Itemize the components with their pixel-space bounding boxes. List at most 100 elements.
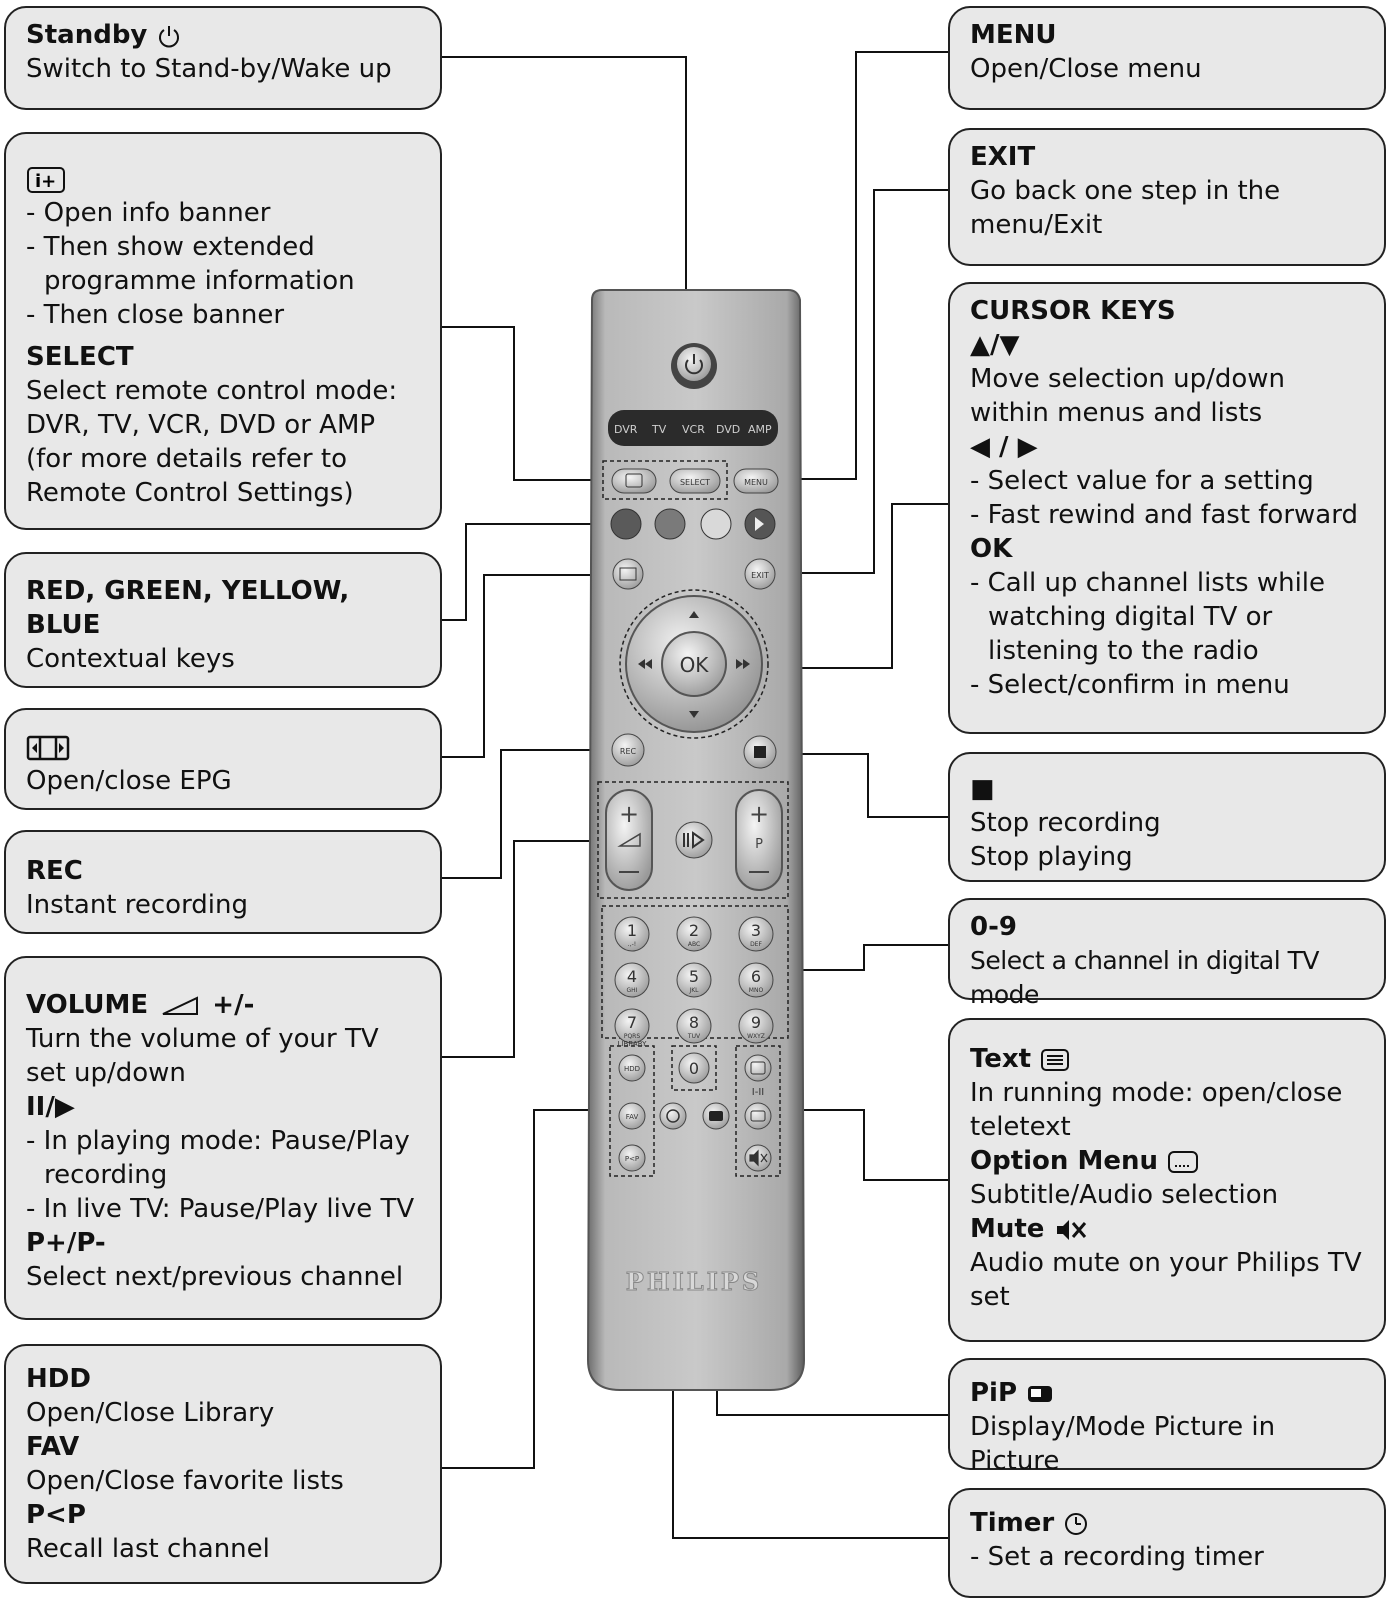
timer-text: - Set a recording timer <box>970 1542 1264 1572</box>
program-plus-label: + <box>749 800 769 828</box>
exit-title: EXIT <box>970 142 1036 172</box>
digit-8-label: 8 <box>689 1013 699 1032</box>
left-right-title: ◀ / ▶ <box>970 432 1038 462</box>
volume-text: Turn the volume of your TV set up/down <box>26 1024 379 1088</box>
digit-9-letters: WXYZ <box>747 1033 765 1040</box>
digit-2-label: 2 <box>689 921 699 940</box>
digit-0-label: 0 <box>689 1059 699 1078</box>
digit-1-label: 1 <box>627 921 637 940</box>
text-option-mute-box: Text In running mode: open/close teletex… <box>948 1018 1386 1342</box>
epg-button <box>612 558 644 590</box>
pp-title: P<P <box>26 1500 86 1530</box>
mode-label-dvr: DVR <box>614 423 638 436</box>
digit-5-letters: JKL <box>688 987 699 994</box>
digit-1-letters: .,-! <box>628 941 636 948</box>
info-button <box>611 468 657 494</box>
exit-button-label: EXIT <box>751 571 769 580</box>
digits-text: Select a channel in digital TV mode <box>970 946 1319 1009</box>
rec-text: Instant recording <box>26 890 249 920</box>
pip-text: Display/Mode Picture in Picture <box>970 1412 1276 1476</box>
info-line-3: - Then close banner <box>26 300 285 330</box>
pp-text: Recall last channel <box>26 1534 270 1564</box>
exit-text: Go back one step in the menu/Exit <box>970 176 1281 240</box>
ok-button-label: OK <box>680 653 710 677</box>
select-title: SELECT <box>26 342 134 372</box>
select-button-label: SELECT <box>680 478 710 487</box>
up-down-title: ▲/▼ <box>970 330 1020 360</box>
exit-box: EXIT Go back one step in the menu/Exit <box>948 128 1386 266</box>
text-text: In running mode: open/close teletext <box>970 1078 1343 1142</box>
brand-logo: PHILIPS <box>626 1267 762 1296</box>
digit-8-letters: TUV <box>687 1033 701 1040</box>
epg-text: Open/close EPG <box>26 766 232 796</box>
green-button <box>654 508 686 540</box>
volume-plus-label: + <box>619 800 639 828</box>
mode-label-vcr: VCR <box>682 423 705 436</box>
stop-button-icon <box>754 746 766 758</box>
fav-title: FAV <box>26 1432 80 1462</box>
digit-7-label: 7 <box>627 1013 637 1032</box>
standby-title: Standby <box>26 18 420 52</box>
pip-box: PiP Display/Mode Picture in Picture <box>948 1358 1386 1476</box>
menu-title: MENU <box>970 20 1057 50</box>
power-icon <box>159 25 180 47</box>
rec-title: REC <box>26 856 83 886</box>
yellow-button <box>700 508 732 540</box>
digit-6-letters: MNO <box>749 987 764 994</box>
option-button <box>744 1102 772 1130</box>
program-title: P+/P- <box>26 1228 106 1258</box>
timer-box: Timer - Set a recording timer <box>948 1488 1386 1598</box>
pause-play-line-1: - In playing mode: Pause/Play recording <box>26 1126 410 1190</box>
info-line-2: - Then show extended programme informati… <box>26 232 355 296</box>
epg-icon <box>26 720 420 764</box>
digit-9-label: 9 <box>751 1013 761 1032</box>
volume-icon <box>162 995 199 1015</box>
pause-play-title: II/▶ <box>26 1092 75 1122</box>
volume-title: VOLUME +/- <box>26 990 255 1020</box>
mode-label-dvd: DVD <box>716 423 740 436</box>
fav-text: Open/Close favorite lists <box>26 1466 344 1496</box>
rec-button-label: REC <box>620 747 637 756</box>
pip-title: PiP <box>970 1370 1364 1410</box>
digits-box: 0-9 Select a channel in digital TV mode <box>948 898 1386 1009</box>
up-down-text: Move selection up/down within menus and … <box>970 364 1286 428</box>
pip-button-icon <box>709 1111 723 1121</box>
menu-text: Open/Close menu <box>970 54 1202 84</box>
info-select-box: i+ - Open info banner - Then show extend… <box>4 132 442 530</box>
cursor-keys-box: CURSOR KEYS ▲/▼ Move selection up/down w… <box>948 282 1386 734</box>
stop-line-1: Stop recording <box>970 808 1161 838</box>
option-menu-title: Option Menu <box>970 1144 1364 1178</box>
program-text: Select next/previous channel <box>26 1262 404 1292</box>
color-keys-box: RED, GREEN, YELLOW, BLUE Contextual keys <box>4 552 442 688</box>
digits-title: 0-9 <box>970 912 1017 942</box>
mode-label-tv: TV <box>651 423 667 436</box>
pp-button-label: P<P <box>625 1155 639 1163</box>
left-right-line-2: - Fast rewind and fast forward <box>970 500 1358 530</box>
left-right-line-1: - Select value for a setting <box>970 466 1314 496</box>
epg-box: Open/close EPG <box>4 708 442 810</box>
dual-label: I-II <box>752 1087 764 1098</box>
stop-icon: ■ <box>970 774 995 804</box>
rec-box: REC Instant recording <box>4 830 442 934</box>
svg-text:i+: i+ <box>35 171 56 192</box>
info-icon: i+ <box>26 144 420 196</box>
digit-3-letters: DEF <box>750 941 762 948</box>
standby-text: Switch to Stand-by/Wake up <box>26 54 392 84</box>
stop-box: ■ Stop recording Stop playing <box>948 752 1386 882</box>
menu-button-label: MENU <box>744 478 768 487</box>
select-text: Select remote control mode: DVR, TV, VCR… <box>26 376 398 508</box>
timer-icon <box>1065 1512 1088 1535</box>
timer-title: Timer <box>970 1500 1364 1540</box>
mute-icon <box>1056 1219 1086 1240</box>
mode-label-amp: AMP <box>748 423 772 436</box>
program-p-label: P <box>755 837 763 852</box>
timer-button <box>659 1102 687 1130</box>
ok-line-2: - Select/confirm in menu <box>970 670 1290 700</box>
menu-box: MENU Open/Close menu <box>948 6 1386 110</box>
pause-play-line-2: - In live TV: Pause/Play live TV <box>26 1194 415 1224</box>
option-menu-icon <box>1168 1150 1199 1173</box>
info-line-1: - Open info banner <box>26 198 271 228</box>
fav-button-label: FAV <box>626 1113 639 1121</box>
text-title: Text <box>970 1030 1364 1076</box>
text-button <box>744 1054 772 1082</box>
